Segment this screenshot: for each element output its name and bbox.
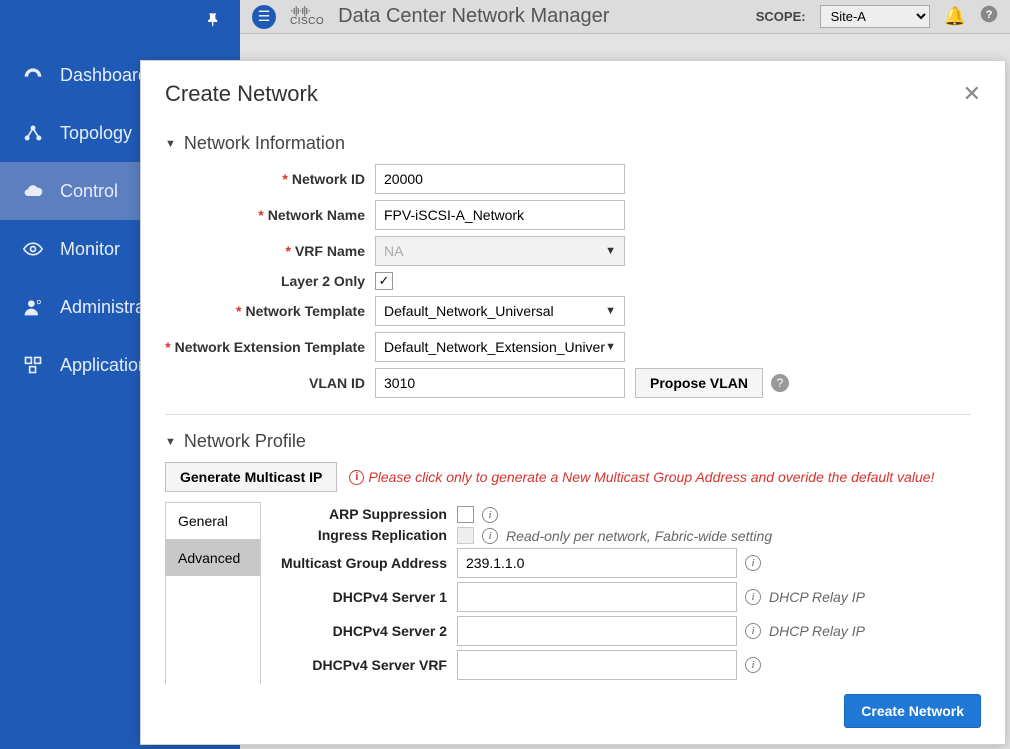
ingress-hint: Read-only per network, Fabric-wide setti…	[506, 528, 772, 544]
collapse-icon: ▼	[165, 138, 176, 150]
gauge-icon	[22, 64, 44, 86]
sidebar-item-label: Monitor	[60, 239, 120, 260]
chevron-down-icon: ▼	[605, 305, 616, 317]
info-icon[interactable]: i	[482, 507, 498, 523]
tab-general[interactable]: General	[166, 503, 260, 540]
sidebar-item-label: Topology	[60, 123, 132, 144]
network-name-input[interactable]	[375, 200, 625, 230]
info-icon[interactable]: i	[745, 623, 761, 639]
generate-multicast-ip-button[interactable]: Generate Multicast IP	[165, 462, 337, 492]
create-network-button[interactable]: Create Network	[844, 694, 981, 728]
layer2-checkbox[interactable]: ✓	[375, 272, 393, 290]
pin-icon[interactable]	[206, 12, 222, 33]
propose-vlan-button[interactable]: Propose VLAN	[635, 368, 763, 398]
cisco-logo: ·ı|ı·ı|ı· CISCO	[290, 6, 324, 27]
eye-icon	[22, 238, 44, 260]
network-ext-template-label: *Network Extension Template	[165, 339, 375, 355]
apps-icon	[22, 354, 44, 376]
chevron-down-icon: ▼	[605, 245, 616, 257]
scope-select[interactable]: Site-A	[820, 5, 930, 28]
tab-advanced[interactable]: Advanced	[166, 540, 260, 576]
network-template-select[interactable]: Default_Network_Universal▼	[375, 296, 625, 326]
vrf-name-select: NA▼	[375, 236, 625, 266]
ingress-replication-label: Ingress Replication	[277, 527, 457, 543]
info-icon[interactable]: i	[745, 589, 761, 605]
help-icon[interactable]: ?	[980, 5, 998, 28]
topbar: ☰ ·ı|ı·ı|ı· CISCO Data Center Network Ma…	[240, 0, 1010, 34]
profile-tabs: General Advanced	[165, 502, 261, 684]
divider	[165, 414, 971, 415]
topology-icon	[22, 122, 44, 144]
vrf-name-label: *VRF Name	[165, 243, 375, 259]
layer2-label: Layer 2 Only	[165, 273, 375, 289]
dhcp-vrf-input[interactable]	[457, 650, 737, 680]
dhcp1-hint: DHCP Relay IP	[769, 589, 865, 605]
vlan-id-label: VLAN ID	[165, 375, 375, 391]
network-id-label: *Network ID	[165, 171, 375, 187]
menu-icon[interactable]: ☰	[252, 5, 276, 29]
dhcp2-label: DHCPv4 Server 2	[277, 623, 457, 639]
info-icon[interactable]: i	[745, 657, 761, 673]
create-network-modal: Create Network ✕ ▼ Network Information *…	[140, 60, 1006, 745]
section-network-information[interactable]: ▼ Network Information	[165, 133, 971, 154]
dhcp2-hint: DHCP Relay IP	[769, 623, 865, 639]
bell-icon[interactable]: 🔔	[944, 6, 966, 27]
modal-title: Create Network	[165, 81, 318, 107]
arp-suppression-label: ARP Suppression	[277, 506, 457, 522]
warning-icon: i	[349, 470, 364, 485]
network-id-input[interactable]	[375, 164, 625, 194]
scope-label: SCOPE:	[756, 9, 806, 24]
sidebar-item-label: Dashboard	[60, 65, 148, 86]
svg-text:?: ?	[986, 9, 993, 21]
dhcp1-label: DHCPv4 Server 1	[277, 589, 457, 605]
generate-warning: i Please click only to generate a New Mu…	[349, 469, 934, 485]
multicast-group-input[interactable]	[457, 548, 737, 578]
vlan-id-input[interactable]	[375, 368, 625, 398]
cloud-control-icon	[22, 180, 44, 202]
ingress-replication-checkbox	[457, 527, 474, 544]
help-icon[interactable]: ?	[771, 374, 789, 392]
network-name-label: *Network Name	[165, 207, 375, 223]
user-gear-icon	[22, 296, 44, 318]
multicast-group-label: Multicast Group Address	[277, 555, 457, 571]
app-title: Data Center Network Manager	[338, 5, 609, 28]
dhcp-vrf-label: DHCPv4 Server VRF	[277, 657, 457, 673]
chevron-down-icon: ▼	[605, 341, 616, 353]
close-icon[interactable]: ✕	[963, 81, 981, 107]
arp-suppression-checkbox[interactable]	[457, 506, 474, 523]
network-template-label: *Network Template	[165, 303, 375, 319]
dhcp1-input[interactable]	[457, 582, 737, 612]
collapse-icon: ▼	[165, 436, 176, 448]
section-network-profile[interactable]: ▼ Network Profile	[165, 431, 971, 452]
info-icon[interactable]: i	[482, 528, 498, 544]
info-icon[interactable]: i	[745, 555, 761, 571]
dhcp2-input[interactable]	[457, 616, 737, 646]
sidebar-item-label: Control	[60, 181, 118, 202]
network-ext-template-select[interactable]: Default_Network_Extension_Univer▼	[375, 332, 625, 362]
